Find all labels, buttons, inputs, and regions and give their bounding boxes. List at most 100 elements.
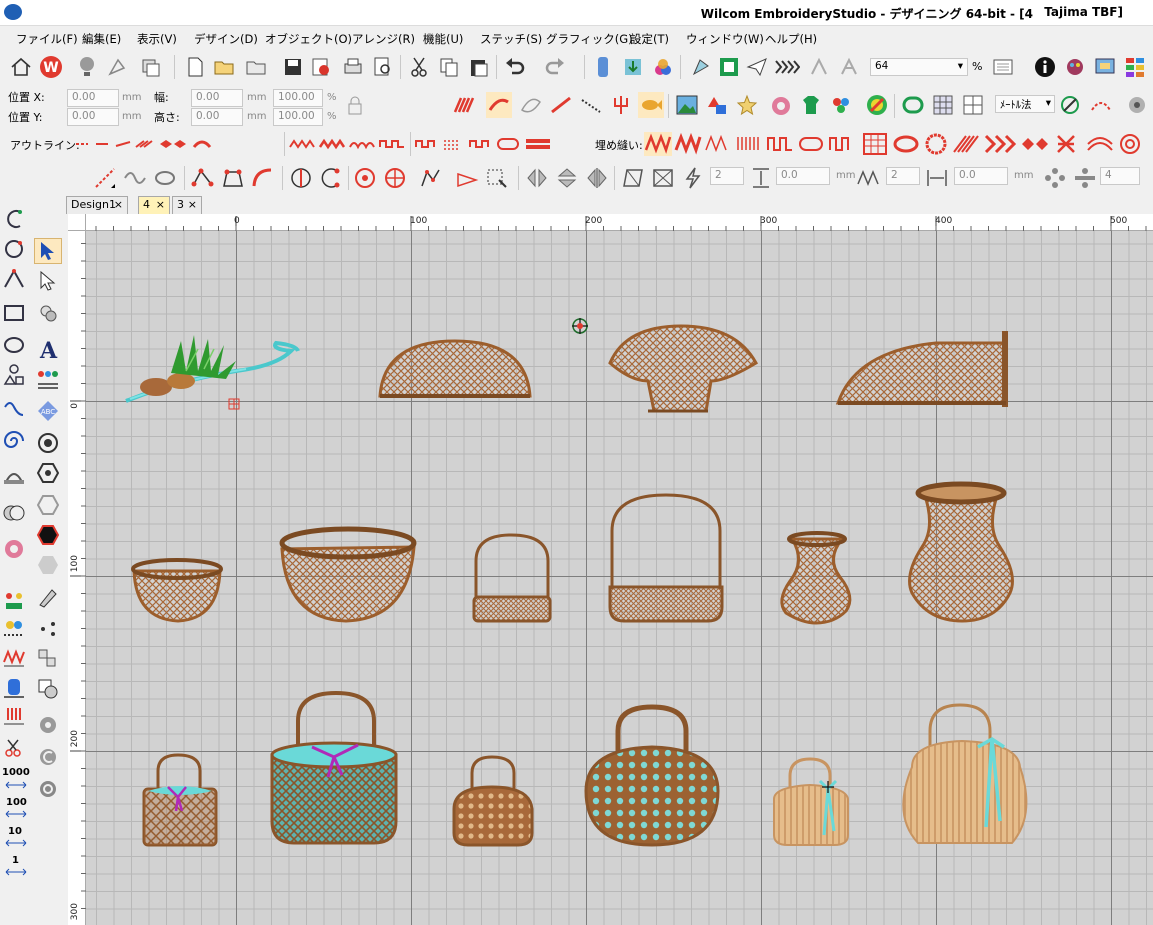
menu-design[interactable]: デザイン(D) bbox=[194, 31, 258, 47]
blocks-tool-icon[interactable] bbox=[34, 646, 62, 672]
rectangle-icon[interactable] bbox=[0, 300, 28, 326]
hoop-center-icon[interactable] bbox=[382, 165, 408, 191]
menu-edit[interactable]: 編集(E) bbox=[82, 31, 121, 47]
zoom-select[interactable]: 64 ▾ bbox=[870, 58, 968, 76]
star-icon[interactable] bbox=[734, 92, 760, 118]
color-palette-icon[interactable] bbox=[1062, 54, 1088, 80]
stitch-forward-icon[interactable] bbox=[774, 54, 800, 80]
monogram-icon[interactable]: ABC bbox=[34, 398, 62, 424]
dotted-run-icon[interactable] bbox=[578, 92, 604, 118]
lightning-icon[interactable] bbox=[680, 165, 706, 191]
mirror-h-icon[interactable] bbox=[524, 165, 550, 191]
align-vertical-icon[interactable] bbox=[748, 165, 774, 191]
color-wheel-icon[interactable] bbox=[650, 54, 676, 80]
outline-types-3[interactable] bbox=[414, 131, 564, 157]
break-apart-icon[interactable] bbox=[484, 165, 510, 191]
fish-icon[interactable] bbox=[638, 92, 664, 118]
app-logo-icon[interactable] bbox=[4, 4, 22, 20]
appliqué-icon[interactable] bbox=[0, 462, 28, 488]
pencil-icon[interactable] bbox=[34, 584, 62, 610]
design-handle-basket-tall[interactable] bbox=[608, 493, 724, 623]
manage-designs-icon[interactable] bbox=[138, 54, 164, 80]
overlap-squares-icon[interactable] bbox=[34, 676, 62, 702]
export-icon[interactable] bbox=[308, 54, 334, 80]
tab-3[interactable]: 3 × bbox=[172, 196, 202, 214]
node-edit-icon[interactable] bbox=[190, 165, 216, 191]
select-object-icon[interactable] bbox=[34, 238, 62, 264]
satin-fill-icon[interactable] bbox=[452, 92, 478, 118]
design-basket-magenta-ribbon[interactable] bbox=[142, 753, 218, 847]
new-file-icon[interactable] bbox=[182, 54, 208, 80]
digitize-column-icon[interactable] bbox=[0, 266, 28, 292]
outline-types[interactable] bbox=[74, 131, 284, 157]
open-recent-icon[interactable] bbox=[244, 54, 270, 80]
tshirt-icon[interactable] bbox=[798, 92, 824, 118]
rainbow-icon[interactable] bbox=[768, 92, 794, 118]
height-field[interactable]: 0.00 bbox=[191, 108, 243, 126]
freehand-icon[interactable] bbox=[0, 396, 28, 422]
close-icon[interactable]: × bbox=[156, 198, 165, 211]
design-library-icon[interactable] bbox=[1092, 54, 1118, 80]
menu-file[interactable]: ファイル(F) bbox=[16, 31, 78, 47]
filled-hexagon-icon[interactable] bbox=[34, 522, 62, 548]
tatami-fill-icon[interactable] bbox=[486, 92, 512, 118]
home-icon[interactable] bbox=[8, 54, 34, 80]
paper-plane-icon[interactable] bbox=[744, 54, 770, 80]
spacing-field-3[interactable]: 2 bbox=[886, 167, 920, 185]
line-tool-icon[interactable] bbox=[92, 165, 118, 191]
mirror-v-icon[interactable] bbox=[554, 165, 580, 191]
outline-types-2[interactable] bbox=[288, 131, 408, 157]
fill-types[interactable] bbox=[644, 131, 1144, 157]
cutwork-icon[interactable] bbox=[0, 500, 28, 526]
stitch-edit-icon[interactable] bbox=[34, 300, 62, 326]
wave-tool-icon[interactable] bbox=[122, 165, 148, 191]
color-ring-icon[interactable] bbox=[0, 536, 28, 562]
net-fill-icon[interactable] bbox=[960, 92, 986, 118]
twist-tool-icon[interactable] bbox=[152, 165, 178, 191]
shapes-tool-icon[interactable] bbox=[0, 362, 28, 388]
stitch-travel-icon[interactable] bbox=[806, 54, 832, 80]
hot-air-balloon-icon[interactable] bbox=[74, 54, 100, 80]
menu-settings[interactable]: 設定(T) bbox=[630, 31, 669, 47]
design-ribbon-small-basket[interactable] bbox=[773, 757, 849, 846]
send-icon[interactable] bbox=[688, 54, 714, 80]
spacing-field-1[interactable]: 2 bbox=[710, 167, 744, 185]
flowers-icon[interactable] bbox=[0, 588, 28, 614]
proportional-lock-icon[interactable] bbox=[342, 93, 368, 119]
curve-edit-icon[interactable] bbox=[250, 165, 276, 191]
count-field[interactable]: 4 bbox=[1100, 167, 1140, 185]
mirror-both-icon[interactable] bbox=[584, 165, 610, 191]
ruler-corner[interactable] bbox=[68, 214, 86, 231]
ruler-left[interactable]: 0 100 200 300 bbox=[68, 231, 86, 925]
print-icon[interactable] bbox=[340, 54, 366, 80]
no-entry-icon[interactable] bbox=[864, 92, 890, 118]
spiral-icon[interactable] bbox=[0, 428, 28, 454]
zigzag-red-icon[interactable] bbox=[0, 644, 28, 670]
close-icon[interactable]: × bbox=[114, 198, 123, 211]
arc-icon[interactable] bbox=[1088, 92, 1114, 118]
menu-graphic[interactable]: グラフィック(G) bbox=[546, 31, 633, 47]
dots-tool-icon[interactable] bbox=[34, 616, 62, 642]
menu-view[interactable]: 表示(V) bbox=[137, 31, 177, 47]
start-end-icon[interactable] bbox=[288, 165, 314, 191]
shapes-icon[interactable] bbox=[704, 92, 730, 118]
stitch-density-icon[interactable] bbox=[0, 704, 28, 730]
menu-arrange[interactable]: アレンジ(R) bbox=[352, 31, 415, 47]
design-large-bowl-basket[interactable] bbox=[279, 526, 417, 623]
menu-stitch[interactable]: ステッチ(S) bbox=[480, 31, 542, 47]
sequin-icon[interactable] bbox=[0, 616, 28, 642]
undo-icon[interactable] bbox=[502, 54, 528, 80]
feather-fill-icon[interactable] bbox=[548, 92, 574, 118]
design-aqua-dot-bag-basket[interactable] bbox=[584, 704, 720, 847]
menu-object[interactable]: オブジェクト(O) bbox=[265, 31, 352, 47]
thread-icon[interactable] bbox=[590, 54, 616, 80]
reshape-tool-icon[interactable] bbox=[34, 268, 62, 294]
d-gear-icon[interactable] bbox=[34, 776, 62, 802]
color-list-icon[interactable] bbox=[1122, 54, 1148, 80]
spacing-field-4[interactable]: 0.0 bbox=[954, 167, 1008, 185]
reshape-icon[interactable] bbox=[418, 165, 444, 191]
polygon-edit-icon[interactable] bbox=[220, 165, 246, 191]
design-small-bag-basket[interactable] bbox=[452, 755, 534, 847]
outline-shape-icon[interactable] bbox=[900, 92, 926, 118]
bobbin-icon[interactable] bbox=[0, 674, 28, 700]
